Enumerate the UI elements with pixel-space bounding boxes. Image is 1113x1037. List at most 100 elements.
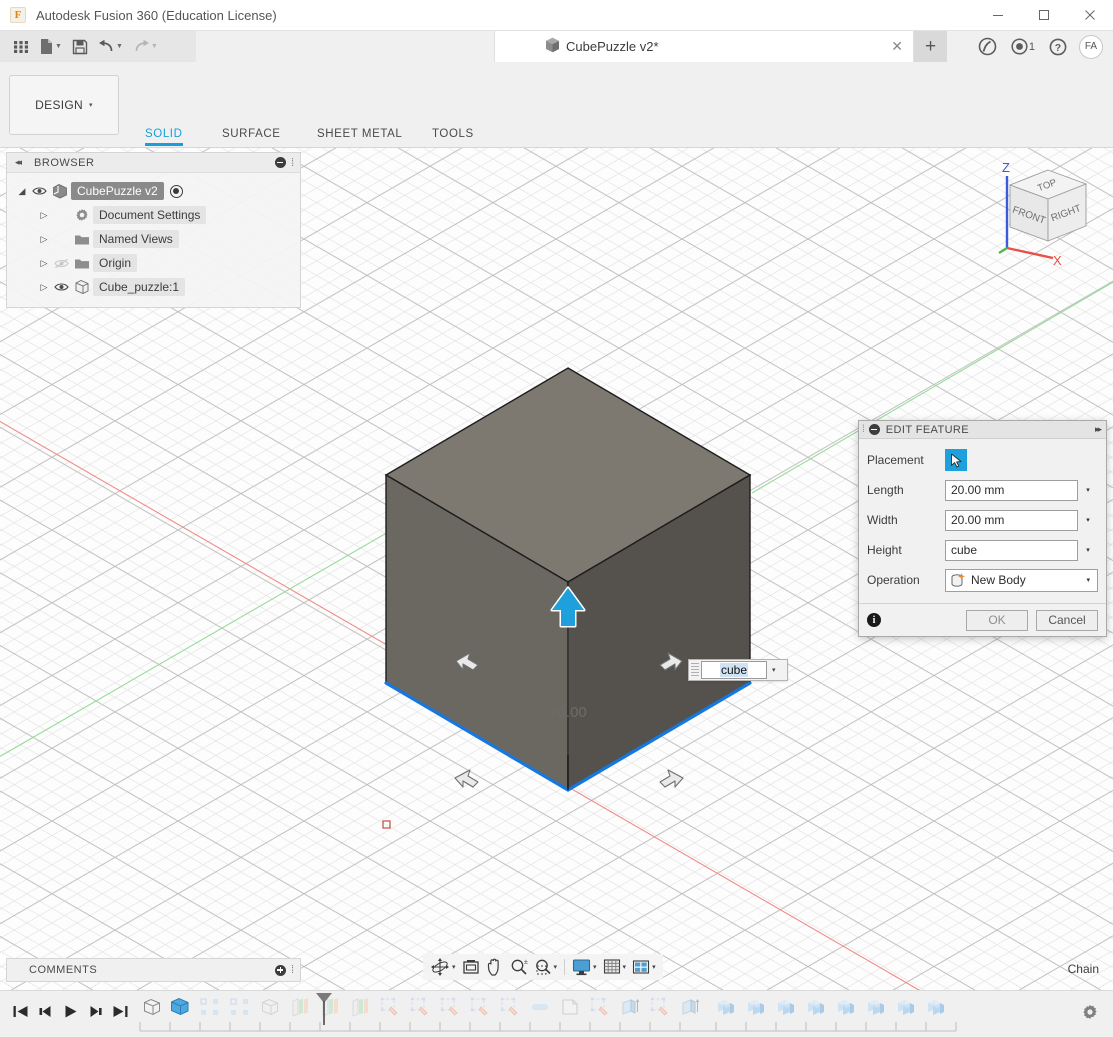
dialog-grip-icon[interactable]: ⁞ bbox=[862, 424, 865, 435]
step-forward-icon[interactable] bbox=[83, 996, 108, 1026]
panel-grip-icon[interactable]: ⁞ bbox=[291, 157, 294, 169]
comments-panel[interactable]: COMMENTS ⁞ bbox=[6, 958, 301, 982]
tree-node-document-settings[interactable]: ▷ Document Settings bbox=[7, 203, 300, 227]
chevron-down-icon[interactable]: ▾ bbox=[452, 963, 456, 971]
chevron-down-icon[interactable]: ▾ bbox=[623, 963, 627, 971]
chevron-down-icon[interactable]: ▼ bbox=[151, 43, 158, 50]
orbit-icon[interactable]: ▾ bbox=[427, 954, 459, 980]
jump-to-end-icon[interactable] bbox=[108, 996, 133, 1026]
new-tab-button[interactable]: + bbox=[914, 31, 947, 62]
timeline-feature-sketch[interactable] bbox=[408, 995, 432, 1019]
timeline-feature-combine[interactable] bbox=[744, 995, 768, 1019]
tab-solid[interactable]: SOLID bbox=[145, 128, 183, 140]
play-icon[interactable] bbox=[58, 996, 83, 1026]
expand-twisty-icon[interactable]: ▷ bbox=[37, 234, 51, 245]
maximize-button[interactable] bbox=[1021, 0, 1067, 31]
height-input[interactable]: cube bbox=[945, 540, 1078, 561]
expand-twisty-icon[interactable]: ◢ bbox=[15, 186, 29, 197]
timeline-feature-sketch[interactable] bbox=[378, 995, 402, 1019]
viewports-icon[interactable]: ▾ bbox=[629, 954, 659, 980]
expand-twisty-icon[interactable]: ▷ bbox=[37, 258, 51, 269]
visibility-eye-icon[interactable] bbox=[29, 186, 49, 196]
add-comment-icon[interactable] bbox=[275, 965, 286, 976]
browser-header[interactable]: ◂◂ BROWSER ⁞ bbox=[7, 153, 300, 173]
activate-component-radio[interactable] bbox=[170, 185, 183, 198]
display-settings-icon[interactable]: ▾ bbox=[569, 954, 600, 980]
tree-node-cube-puzzle-body[interactable]: ▷ Cube_puzzle:1 bbox=[7, 275, 300, 299]
panel-grip-icon[interactable]: ⁞ bbox=[291, 964, 294, 976]
inline-value-field[interactable]: cube bbox=[701, 661, 767, 679]
tab-surface[interactable]: SURFACE bbox=[222, 128, 281, 140]
redo-icon[interactable]: ▼ bbox=[128, 31, 163, 62]
cancel-button[interactable]: Cancel bbox=[1036, 610, 1098, 631]
chevron-down-icon[interactable]: ▾ bbox=[554, 963, 558, 971]
timeline-feature-sketch[interactable] bbox=[648, 995, 672, 1019]
timeline-playhead[interactable] bbox=[314, 991, 334, 1027]
zoom-icon[interactable]: ± bbox=[507, 954, 531, 980]
timeline-feature-combine[interactable] bbox=[894, 995, 918, 1019]
chevron-down-icon[interactable]: ▼ bbox=[116, 43, 123, 50]
extensions-icon[interactable] bbox=[971, 31, 1005, 62]
timeline-feature-combine[interactable] bbox=[924, 995, 948, 1019]
browser-panel[interactable]: ◂◂ BROWSER ⁞ ◢ CubePuzzle v2 ▷ bbox=[6, 152, 301, 308]
chevron-down-icon[interactable]: ▾ bbox=[1086, 576, 1090, 584]
app-grid-icon[interactable] bbox=[8, 31, 34, 62]
inline-dimension-input[interactable]: cube ▾ bbox=[688, 659, 788, 681]
length-input[interactable]: 20.00 mm bbox=[945, 480, 1078, 501]
jump-to-beginning-icon[interactable] bbox=[8, 996, 33, 1026]
edit-feature-dialog[interactable]: ⁞ EDIT FEATURE ▸▸ Placement Length 20.00… bbox=[858, 420, 1107, 637]
visibility-eye-off-icon[interactable] bbox=[51, 258, 71, 269]
timeline-feature-extrude[interactable] bbox=[678, 995, 702, 1019]
timeline-feature-box[interactable] bbox=[258, 995, 282, 1019]
timeline-feature-sketch[interactable] bbox=[498, 995, 522, 1019]
timeline-feature-combine[interactable] bbox=[774, 995, 798, 1019]
timeline-feature-combine[interactable] bbox=[864, 995, 888, 1019]
tab-cubepuzzle[interactable]: CubePuzzle v2* ✕ bbox=[494, 31, 914, 62]
tab-sheet-metal[interactable]: SHEET METAL bbox=[317, 128, 402, 140]
undo-icon[interactable]: ▼ bbox=[93, 31, 128, 62]
grid-snaps-icon[interactable]: ▾ bbox=[600, 954, 630, 980]
timeline-feature-pattern[interactable] bbox=[228, 995, 252, 1019]
view-cube[interactable]: Z X TOP FRONT RIGHT bbox=[985, 158, 1105, 268]
timeline-feature-sketch[interactable] bbox=[438, 995, 462, 1019]
timeline-feature-pattern[interactable] bbox=[198, 995, 222, 1019]
timeline-feature-sketch[interactable] bbox=[588, 995, 612, 1019]
info-icon[interactable]: i bbox=[867, 613, 881, 627]
drag-grip-icon[interactable] bbox=[691, 663, 699, 677]
timeline-feature-plane[interactable] bbox=[288, 995, 312, 1019]
save-icon[interactable] bbox=[67, 31, 93, 62]
step-back-icon[interactable] bbox=[33, 996, 58, 1026]
expand-twisty-icon[interactable]: ▷ bbox=[37, 282, 51, 293]
timeline-feature-combine[interactable] bbox=[834, 995, 858, 1019]
collapse-panel-icon[interactable]: ◂◂ bbox=[15, 157, 20, 168]
close-button[interactable] bbox=[1067, 0, 1113, 31]
timeline-feature-extrude[interactable] bbox=[618, 995, 642, 1019]
timeline-feature-box[interactable] bbox=[140, 995, 164, 1019]
chevron-down-icon[interactable]: ▾ bbox=[1078, 516, 1098, 524]
pan-icon[interactable] bbox=[483, 954, 507, 980]
new-file-icon[interactable]: ▼ bbox=[34, 31, 67, 62]
timeline-feature-combine[interactable] bbox=[714, 995, 738, 1019]
chevron-down-icon[interactable]: ▾ bbox=[593, 963, 597, 971]
placement-select-button[interactable] bbox=[945, 449, 967, 471]
ok-button[interactable]: OK bbox=[966, 610, 1028, 631]
chevron-down-icon[interactable]: ▼ bbox=[55, 43, 62, 50]
zoom-window-icon[interactable]: ▾ bbox=[531, 954, 561, 980]
tree-node-origin[interactable]: ▷ Origin bbox=[7, 251, 300, 275]
timeline-feature-chamfer[interactable] bbox=[558, 995, 582, 1019]
chevron-down-icon[interactable]: ▾ bbox=[1078, 546, 1098, 554]
timeline-feature-sketch[interactable] bbox=[468, 995, 492, 1019]
dialog-header[interactable]: ⁞ EDIT FEATURE ▸▸ bbox=[859, 421, 1106, 439]
operation-select[interactable]: New Body ▾ bbox=[945, 569, 1098, 592]
workspace-switcher[interactable]: DESIGN ▾ bbox=[9, 75, 119, 135]
look-at-icon[interactable] bbox=[459, 954, 483, 980]
chevron-down-icon[interactable]: ▾ bbox=[652, 963, 656, 971]
timeline-feature-fillet[interactable] bbox=[528, 995, 552, 1019]
timeline-feature-combine[interactable] bbox=[804, 995, 828, 1019]
dialog-expand-icon[interactable]: ▸▸ bbox=[1095, 424, 1100, 435]
expand-twisty-icon[interactable]: ▷ bbox=[37, 210, 51, 221]
timeline-settings-icon[interactable] bbox=[1081, 1003, 1099, 1024]
job-status-icon[interactable]: 1 bbox=[1005, 31, 1041, 62]
tree-node-named-views[interactable]: ▷ Named Views bbox=[7, 227, 300, 251]
help-icon[interactable]: ? bbox=[1041, 31, 1075, 62]
